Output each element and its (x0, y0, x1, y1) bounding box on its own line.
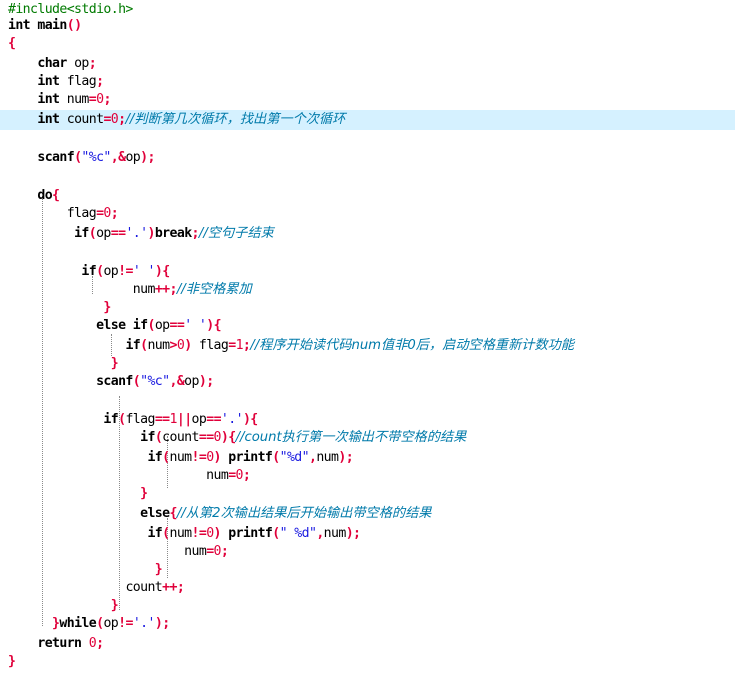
code-line: if(num!=0) printf("%d",num); (147, 450, 354, 465)
code-line: do{ (37, 188, 60, 203)
code-line: } (8, 654, 16, 669)
code-line: } (140, 486, 148, 501)
code-line: num++;//非空格累加 (132, 282, 252, 297)
code-line: count++; (125, 580, 185, 595)
code-line: int count=0;//判断第几次循环，找出第一个次循环 (37, 112, 346, 127)
code-editor[interactable]: #include<stdio.h> int main(){ char op; in… (0, 0, 735, 686)
code-line: if(num!=0) printf(" %d",num); (147, 526, 361, 541)
code-line: int flag; (37, 74, 104, 89)
code-line: else{//从第2次输出结果后开始输出带空格的结果 (140, 506, 432, 521)
code-line: if(flag==1||op=='.'){ (103, 412, 258, 427)
code-line: if(count==0){//count执行第一次输出不带空格的结果 (140, 430, 467, 445)
code-line: char op; (37, 56, 97, 71)
code-line: }while(op!='.'); (52, 616, 170, 631)
code-line: int main() (8, 18, 82, 33)
code-line: flag=0; (66, 206, 119, 221)
code-line: } (110, 356, 119, 371)
code-line: return 0; (37, 636, 104, 651)
code-line: if(num>0) flag=1;//程序开始读代码num值非0后，启动空格重新… (125, 338, 575, 353)
code-line: { (8, 36, 16, 51)
code-line: scanf("%c",&op); (37, 150, 155, 165)
code-line: num=0; (206, 468, 251, 483)
code-line: if(op=='.')break;//空句子结束 (74, 226, 274, 241)
code-line: if(op!=' '){ (81, 264, 170, 279)
code-line: } (154, 562, 163, 577)
code-line: } (103, 300, 111, 315)
code-line: num=0; (184, 544, 229, 559)
code-line: int num=0; (37, 92, 111, 107)
code-line: scanf("%c",&op); (96, 374, 214, 389)
code-line: else if(op==' '){ (96, 318, 221, 333)
code-line: } (110, 598, 119, 613)
